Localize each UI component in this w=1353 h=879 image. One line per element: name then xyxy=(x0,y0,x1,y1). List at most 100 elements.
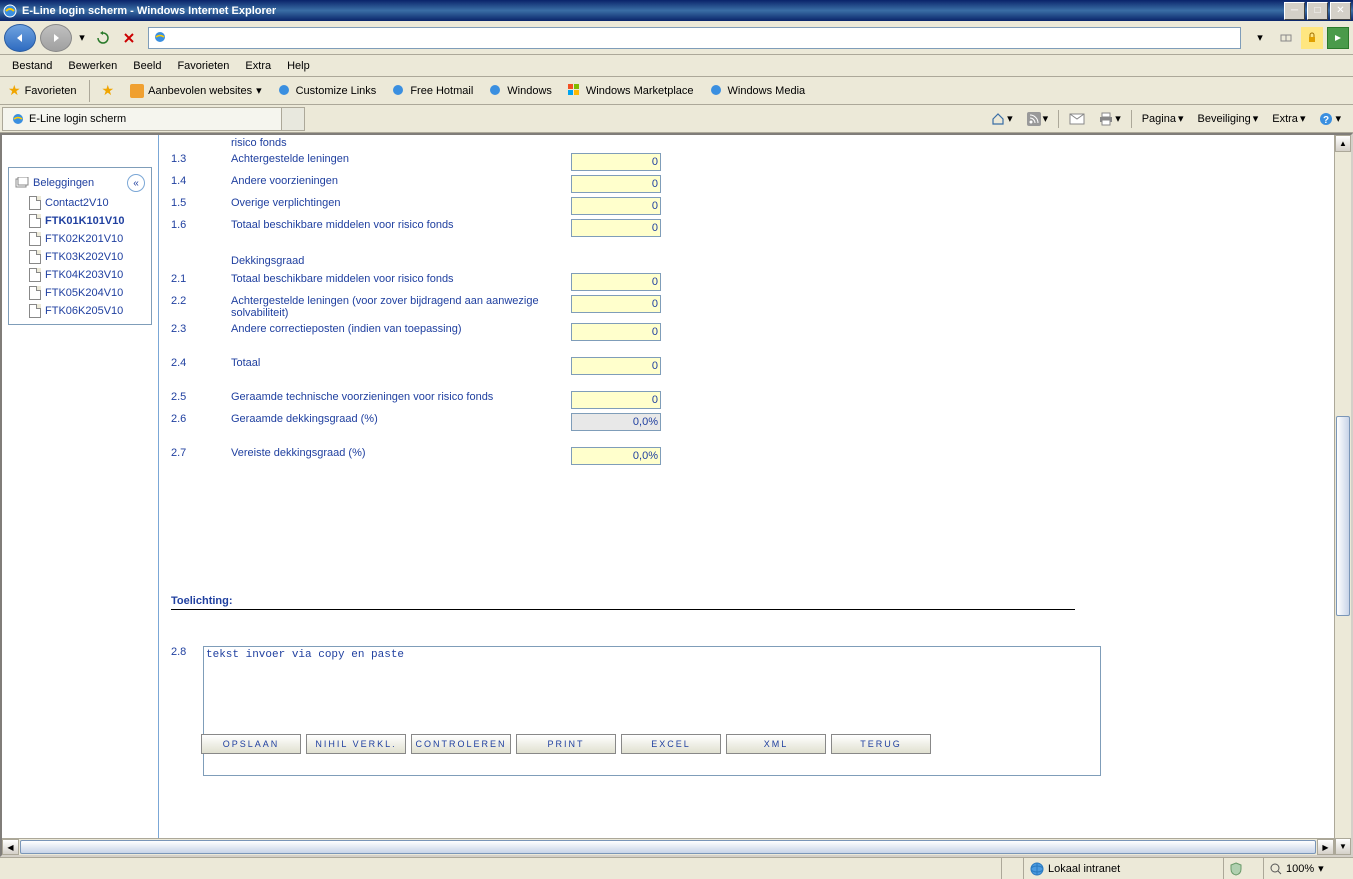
new-tab-button[interactable] xyxy=(281,107,305,131)
aanbevolen-websites[interactable]: Aanbevolen websites ▾ xyxy=(126,82,266,100)
shield-icon xyxy=(1230,862,1242,876)
ie-icon xyxy=(489,84,503,98)
menu-beeld[interactable]: Beeld xyxy=(125,58,169,74)
value-input[interactable] xyxy=(571,197,661,215)
menu-bestand[interactable]: Bestand xyxy=(4,58,60,74)
tree-item[interactable]: FTK03K202V10 xyxy=(13,248,147,266)
form-row: 2.6Geraamde dekkingsgraad (%) xyxy=(171,411,1322,433)
toelichting-textarea[interactable] xyxy=(203,646,1101,776)
tree-item[interactable]: FTK04K203V10 xyxy=(13,266,147,284)
tab-bar: E-Line login scherm ▾ ▾ ▾ Pagina▾ Beveil… xyxy=(0,105,1353,133)
back-button[interactable] xyxy=(4,24,36,52)
forward-button[interactable] xyxy=(40,24,72,52)
link-hotmail[interactable]: Free Hotmail xyxy=(388,82,477,100)
tree-item[interactable]: FTK02K201V10 xyxy=(13,230,147,248)
form-row: 1.3Achtergestelde leningen xyxy=(171,151,1322,173)
compat-view-button[interactable] xyxy=(1275,27,1297,49)
horizontal-scrollbar[interactable]: ◀ ▶ xyxy=(2,838,1334,855)
minimize-button[interactable]: ─ xyxy=(1284,2,1305,20)
scroll-up-button[interactable]: ▲ xyxy=(1335,135,1351,152)
terug-button[interactable]: TERUG xyxy=(831,734,931,754)
feeds-button[interactable]: ▾ xyxy=(1023,110,1053,128)
close-button[interactable]: ✕ xyxy=(1330,2,1351,20)
security-lock-icon xyxy=(1301,27,1323,49)
refresh-button[interactable] xyxy=(92,27,114,49)
content-area: Beleggingen « Contact2V10FTK01K101V10FTK… xyxy=(0,133,1353,857)
nav-toolbar: ▾ ▾ xyxy=(0,21,1353,55)
value-input[interactable] xyxy=(571,273,661,291)
menu-bewerken[interactable]: Bewerken xyxy=(60,58,125,74)
tree-item[interactable]: FTK06K205V10 xyxy=(13,302,147,320)
form-row: 2.7 Vereiste dekkingsgraad (%) xyxy=(171,445,1322,467)
tab-eline[interactable]: E-Line login scherm xyxy=(2,107,282,131)
opslaan-button[interactable]: OPSLAAN xyxy=(201,734,301,754)
value-input[interactable] xyxy=(571,323,661,341)
document-icon xyxy=(29,304,41,318)
print-button[interactable]: PRINT xyxy=(516,734,616,754)
vertical-scrollbar[interactable]: ▲ ▼ xyxy=(1334,135,1351,855)
menubar: Bestand Bewerken Beeld Favorieten Extra … xyxy=(0,55,1353,77)
link-marketplace[interactable]: Windows Marketplace xyxy=(564,82,698,100)
main-form-frame: risico fonds1.3Achtergestelde leningen1.… xyxy=(159,135,1334,838)
chevron-down-icon: ▾ xyxy=(256,84,262,97)
input-totaal-24[interactable] xyxy=(571,357,661,375)
link-windows[interactable]: Windows xyxy=(485,82,556,100)
add-favorite-button[interactable]: ★ xyxy=(98,80,119,101)
value-input[interactable] xyxy=(571,175,661,193)
favorites-bar: ★ Favorieten ★ Aanbevolen websites ▾ Cus… xyxy=(0,77,1353,105)
extra-menu[interactable]: Extra▾ xyxy=(1268,110,1309,127)
tree-item[interactable]: Contact2V10 xyxy=(13,194,147,212)
scroll-hthumb[interactable] xyxy=(20,840,1316,854)
menu-help[interactable]: Help xyxy=(279,58,318,74)
controleren-button[interactable]: CONTROLEREN xyxy=(411,734,511,754)
excel-button[interactable]: EXCEL xyxy=(621,734,721,754)
menu-favorieten[interactable]: Favorieten xyxy=(169,58,237,74)
address-bar[interactable] xyxy=(148,27,1241,49)
value-input[interactable] xyxy=(571,413,661,431)
link-customize[interactable]: Customize Links xyxy=(274,82,381,100)
document-icon xyxy=(29,214,41,228)
form-row: 2.4 Totaal xyxy=(171,355,1322,377)
chevron-down-icon: ▾ xyxy=(1318,862,1324,875)
form-row: 1.4Andere voorzieningen xyxy=(171,173,1322,195)
ie-icon xyxy=(2,3,18,19)
star-plus-icon: ★ xyxy=(102,82,115,99)
form-row: 1.6Totaal beschikbare middelen voor risi… xyxy=(171,217,1322,239)
addr-dropdown[interactable]: ▾ xyxy=(1249,27,1271,49)
zoom-control[interactable]: 100% ▾ xyxy=(1263,858,1353,879)
value-input[interactable] xyxy=(571,295,661,313)
beveiliging-menu[interactable]: Beveiliging▾ xyxy=(1194,110,1263,127)
value-input[interactable] xyxy=(571,391,661,409)
tree-item[interactable]: FTK01K101V10 xyxy=(13,212,147,230)
form-row: 2.3Andere correctieposten (indien van to… xyxy=(171,321,1322,343)
stop-button[interactable] xyxy=(118,27,140,49)
nihil-verkl--button[interactable]: NIHIL VERKL. xyxy=(306,734,406,754)
input-vereiste-27[interactable] xyxy=(571,447,661,465)
home-button[interactable]: ▾ xyxy=(987,110,1017,128)
go-button[interactable] xyxy=(1327,27,1349,49)
maximize-button[interactable]: □ xyxy=(1307,2,1328,20)
print-button[interactable]: ▾ xyxy=(1095,110,1125,128)
link-media[interactable]: Windows Media xyxy=(706,82,810,100)
scroll-right-button[interactable]: ▶ xyxy=(1317,839,1334,855)
value-input[interactable] xyxy=(571,219,661,237)
read-mail-button[interactable] xyxy=(1065,111,1089,127)
scroll-down-button[interactable]: ▼ xyxy=(1335,838,1351,855)
nav-history-dropdown[interactable]: ▾ xyxy=(76,24,88,52)
tree-item[interactable]: FTK05K204V10 xyxy=(13,284,147,302)
scroll-left-button[interactable]: ◀ xyxy=(2,839,19,855)
form-row: risico fonds xyxy=(171,135,1322,151)
favorites-button[interactable]: ★ Favorieten xyxy=(4,80,81,101)
menu-extra[interactable]: Extra xyxy=(237,58,279,74)
value-input[interactable] xyxy=(571,153,661,171)
document-icon xyxy=(29,250,41,264)
xml-button[interactable]: XML xyxy=(726,734,826,754)
pagina-menu[interactable]: Pagina▾ xyxy=(1138,110,1188,127)
tree-root[interactable]: Beleggingen « xyxy=(13,172,147,194)
help-button[interactable]: ?▾ xyxy=(1315,110,1345,128)
ie-icon xyxy=(392,84,406,98)
flag-icon xyxy=(568,84,582,98)
collapse-icon[interactable]: « xyxy=(127,174,145,192)
scroll-thumb[interactable] xyxy=(1336,416,1350,616)
svg-text:?: ? xyxy=(1323,115,1329,126)
